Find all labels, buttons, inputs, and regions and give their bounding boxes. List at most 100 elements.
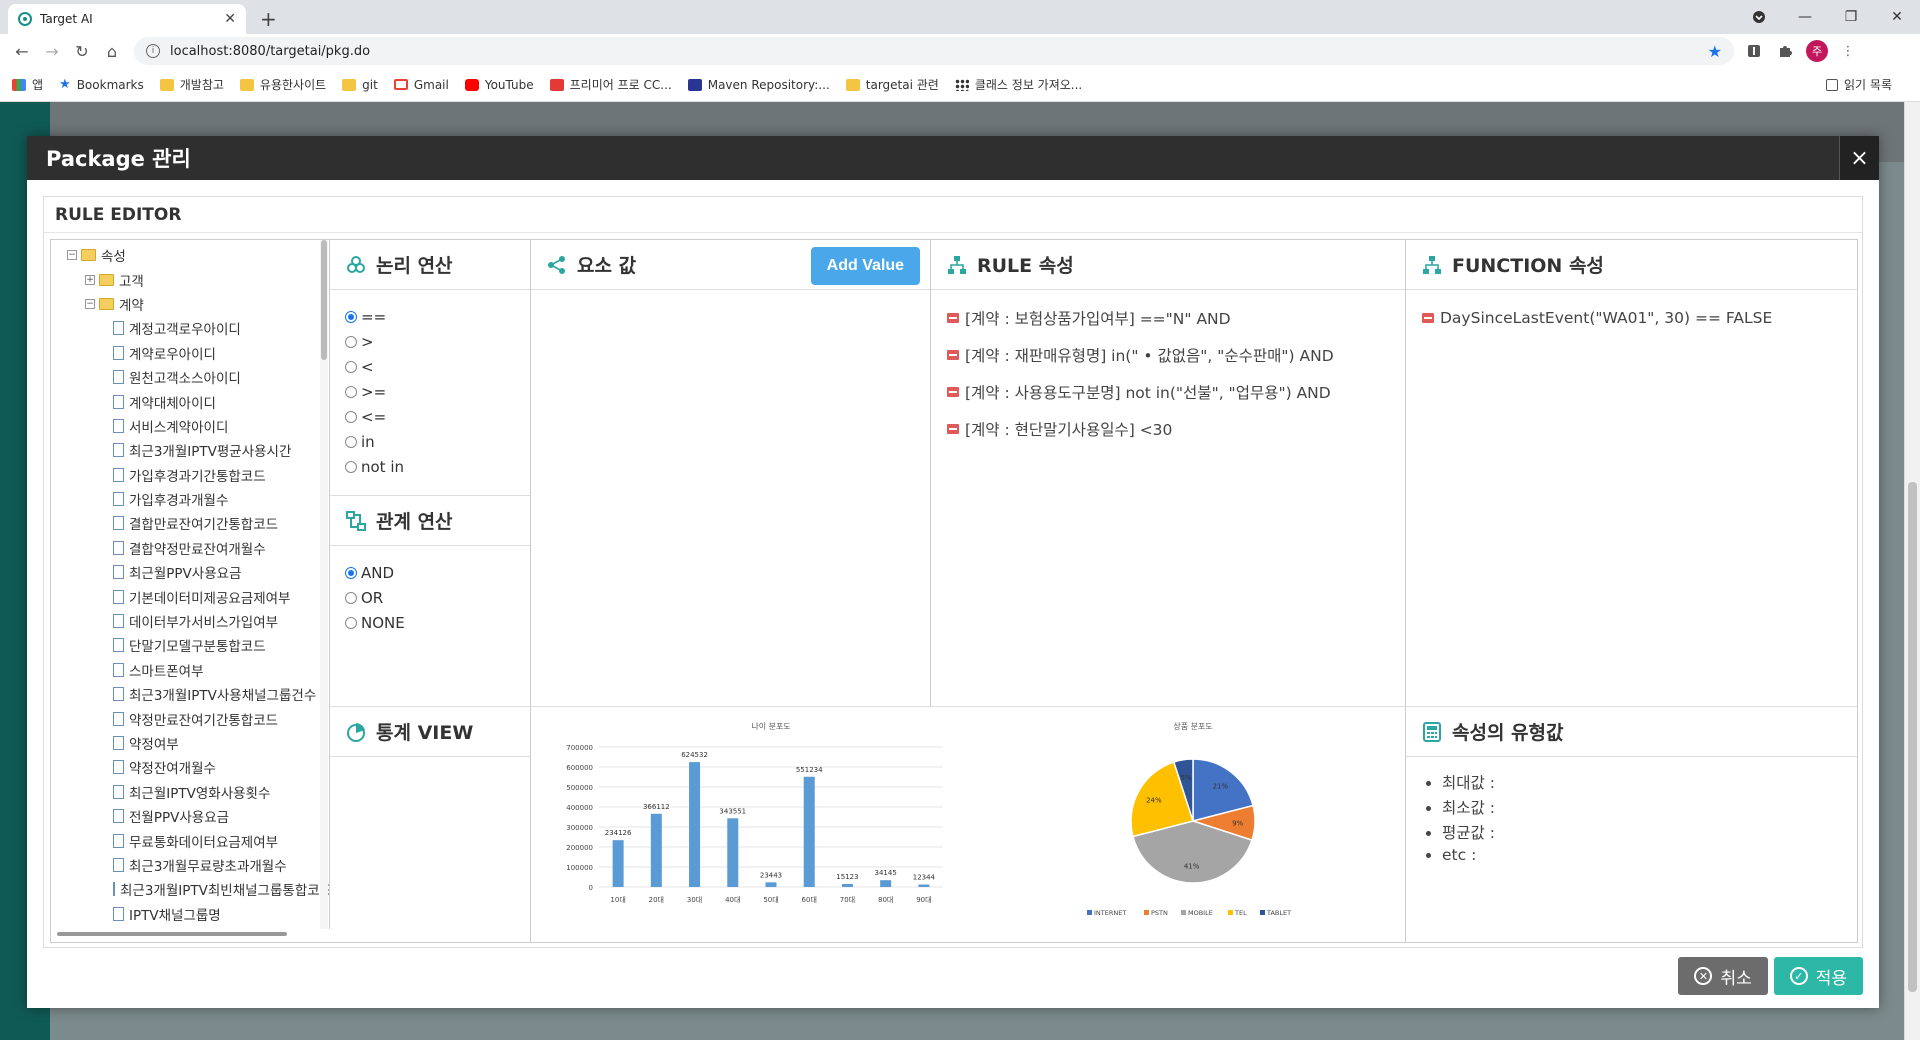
expand-toggle-icon[interactable]: + (85, 274, 95, 285)
tree-leaf-node[interactable]: 결합만료잔여기간통합코드 (113, 511, 329, 535)
tree-leaf-node[interactable]: 계약로우아이디 (113, 341, 329, 365)
tree-leaf-node[interactable]: 최근월PPV사용요금 (113, 560, 329, 584)
tree-leaf-node[interactable]: 최근3개월무료량초과개월수 (113, 853, 329, 877)
tree-leaf-node[interactable]: 원천고객소스아이디 (113, 365, 329, 389)
collapse-toggle-icon[interactable]: − (85, 298, 95, 309)
logic-radio-option[interactable]: not in (330, 454, 530, 479)
tree-leaf-node[interactable]: 데이터부가서비스가입여부 (113, 609, 329, 633)
relation-radio-option[interactable]: OR (330, 585, 530, 610)
remove-item-icon[interactable] (947, 349, 959, 360)
window-close-icon[interactable]: ✕ (1874, 0, 1920, 34)
forward-icon[interactable]: → (38, 37, 66, 65)
tree-leaf-node[interactable]: 전월PPV사용요금 (113, 804, 329, 828)
radio-button[interactable] (345, 335, 357, 348)
tree-hscrollbar-thumb[interactable] (57, 932, 287, 936)
address-bar[interactable]: i localhost:8080/targetai/pkg.do ★ (134, 37, 1734, 65)
radio-button[interactable] (345, 591, 357, 604)
tree-root-node[interactable]: − 속성 (67, 243, 329, 267)
bookmark-folder-git[interactable]: git (342, 78, 378, 92)
collapse-toggle-icon[interactable]: − (67, 250, 77, 261)
tab-search-icon[interactable] (1736, 0, 1782, 34)
bookmark-folder-useful[interactable]: 유용한사이트 (239, 76, 326, 93)
home-icon[interactable]: ⌂ (98, 37, 126, 65)
radio-button[interactable] (345, 566, 357, 579)
relation-radio-option[interactable]: AND (330, 560, 530, 585)
site-info-icon[interactable]: i (146, 44, 160, 58)
bookmark-bookmarks[interactable]: ★ Bookmarks (59, 78, 144, 92)
minimize-icon[interactable]: — (1782, 0, 1828, 34)
tree-leaf-node[interactable]: 가입후경과개월수 (113, 487, 329, 511)
tree-leaf-node[interactable]: 계정고객로우아이디 (113, 316, 329, 340)
logic-radio-option[interactable]: in (330, 429, 530, 454)
remove-item-icon[interactable] (947, 312, 959, 323)
bookmark-maven[interactable]: Maven Repository:... (687, 78, 830, 92)
bookmark-class-info[interactable]: 클래스 정보 가져오... (954, 76, 1082, 93)
bookmark-folder-targetai[interactable]: targetai 관련 (845, 76, 939, 93)
tree-leaf-node[interactable]: 최근3개월IPTV사용채널그룹건수 (113, 682, 329, 706)
profile-avatar[interactable]: 주 (1806, 40, 1828, 62)
tree-group-node[interactable]: + 고객 (85, 267, 329, 291)
radio-button[interactable] (345, 385, 357, 398)
new-tab-icon[interactable]: + (260, 7, 277, 31)
restore-icon[interactable]: ❐ (1828, 0, 1874, 34)
tree-leaf-node[interactable]: 가입후경과기간통합코드 (113, 463, 329, 487)
calculator-icon (1422, 721, 1442, 742)
add-value-button[interactable]: Add Value (810, 247, 920, 285)
tree-leaf-node[interactable]: 최근3개월IPTV최빈채널그룹통합코드 (113, 877, 329, 901)
tree-group-node[interactable]: − 계약 (85, 292, 329, 316)
tree-leaf-node[interactable]: 약정여부 (113, 731, 329, 755)
logic-radio-option[interactable]: == (330, 304, 530, 329)
radio-button[interactable] (345, 310, 357, 323)
page-scrollbar-thumb[interactable] (1908, 482, 1917, 992)
cancel-button[interactable]: ✕ 취소 (1678, 957, 1768, 995)
tree-leaf-node[interactable]: 기본데이터미제공요금제여부 (113, 584, 329, 608)
tree-leaf-node[interactable]: 무료통화데이터요금제여부 (113, 828, 329, 852)
relation-radio-option[interactable]: NONE (330, 610, 530, 635)
logic-radio-option[interactable]: <= (330, 404, 530, 429)
tree-scrollbar-thumb[interactable] (321, 240, 327, 360)
logic-radio-option[interactable]: < (330, 354, 530, 379)
tree-leaf-node[interactable]: 계약대체아이디 (113, 389, 329, 413)
tree-leaf-node[interactable]: 결합약정만료잔여개월수 (113, 536, 329, 560)
logic-radio-option[interactable]: >= (330, 379, 530, 404)
remove-item-icon[interactable] (1422, 312, 1434, 323)
radio-button[interactable] (345, 360, 357, 373)
browser-tab[interactable]: Target AI ✕ (8, 4, 246, 34)
youtube-icon (464, 78, 479, 91)
back-icon[interactable]: ← (8, 37, 36, 65)
menu-kebab-icon[interactable]: ⋮ (1836, 39, 1860, 63)
page-scrollbar[interactable] (1904, 102, 1920, 1040)
radio-button[interactable] (345, 616, 357, 629)
bookmark-star-icon[interactable]: ★ (1708, 42, 1722, 61)
rule-attributes-header: RULE 속성 (931, 240, 1405, 290)
bookmark-apps[interactable]: 앱 (12, 76, 43, 93)
modal-close-button[interactable]: × (1839, 136, 1879, 180)
tree-leaf-node[interactable]: 단말기모델구분통합코드 (113, 633, 329, 657)
tree-leaf-node[interactable]: 약정잔여개월수 (113, 755, 329, 779)
reload-icon[interactable]: ↻ (68, 37, 96, 65)
tab-close-icon[interactable]: ✕ (224, 11, 236, 27)
puzzle-extensions-icon[interactable] (1774, 39, 1798, 63)
tree-leaf-node[interactable]: 최근월IPTV영화사용횟수 (113, 780, 329, 804)
bookmark-gmail[interactable]: Gmail (393, 78, 449, 92)
bookmark-folder-dev[interactable]: 개발참고 (159, 76, 224, 93)
bookmark-premiere[interactable]: 프리미어 프로 CC... (549, 76, 672, 93)
apply-button[interactable]: ✓ 적용 (1773, 957, 1863, 995)
remove-item-icon[interactable] (947, 423, 959, 434)
tree-leaf-node[interactable]: 서비스계약아이디 (113, 414, 329, 438)
radio-button[interactable] (345, 435, 357, 448)
tree-hscrollbar[interactable] (57, 929, 325, 939)
radio-button[interactable] (345, 410, 357, 423)
tree-leaf-node[interactable]: 스마트폰여부 (113, 658, 329, 682)
tree-scrollbar[interactable] (320, 240, 328, 929)
data-label: 15123 (836, 873, 858, 881)
extension-icon[interactable] (1742, 39, 1766, 63)
remove-item-icon[interactable] (947, 386, 959, 397)
radio-button[interactable] (345, 460, 357, 473)
tree-leaf-node[interactable]: IPTV채널그룹명 (113, 902, 329, 926)
bookmark-youtube[interactable]: YouTube (464, 78, 534, 92)
tree-leaf-node[interactable]: 약정만료잔여기간통합코드 (113, 706, 329, 730)
reading-list[interactable]: 읽기 목록 (1826, 76, 1892, 93)
logic-radio-option[interactable]: > (330, 329, 530, 354)
tree-leaf-node[interactable]: 최근3개월IPTV평균사용시간 (113, 438, 329, 462)
